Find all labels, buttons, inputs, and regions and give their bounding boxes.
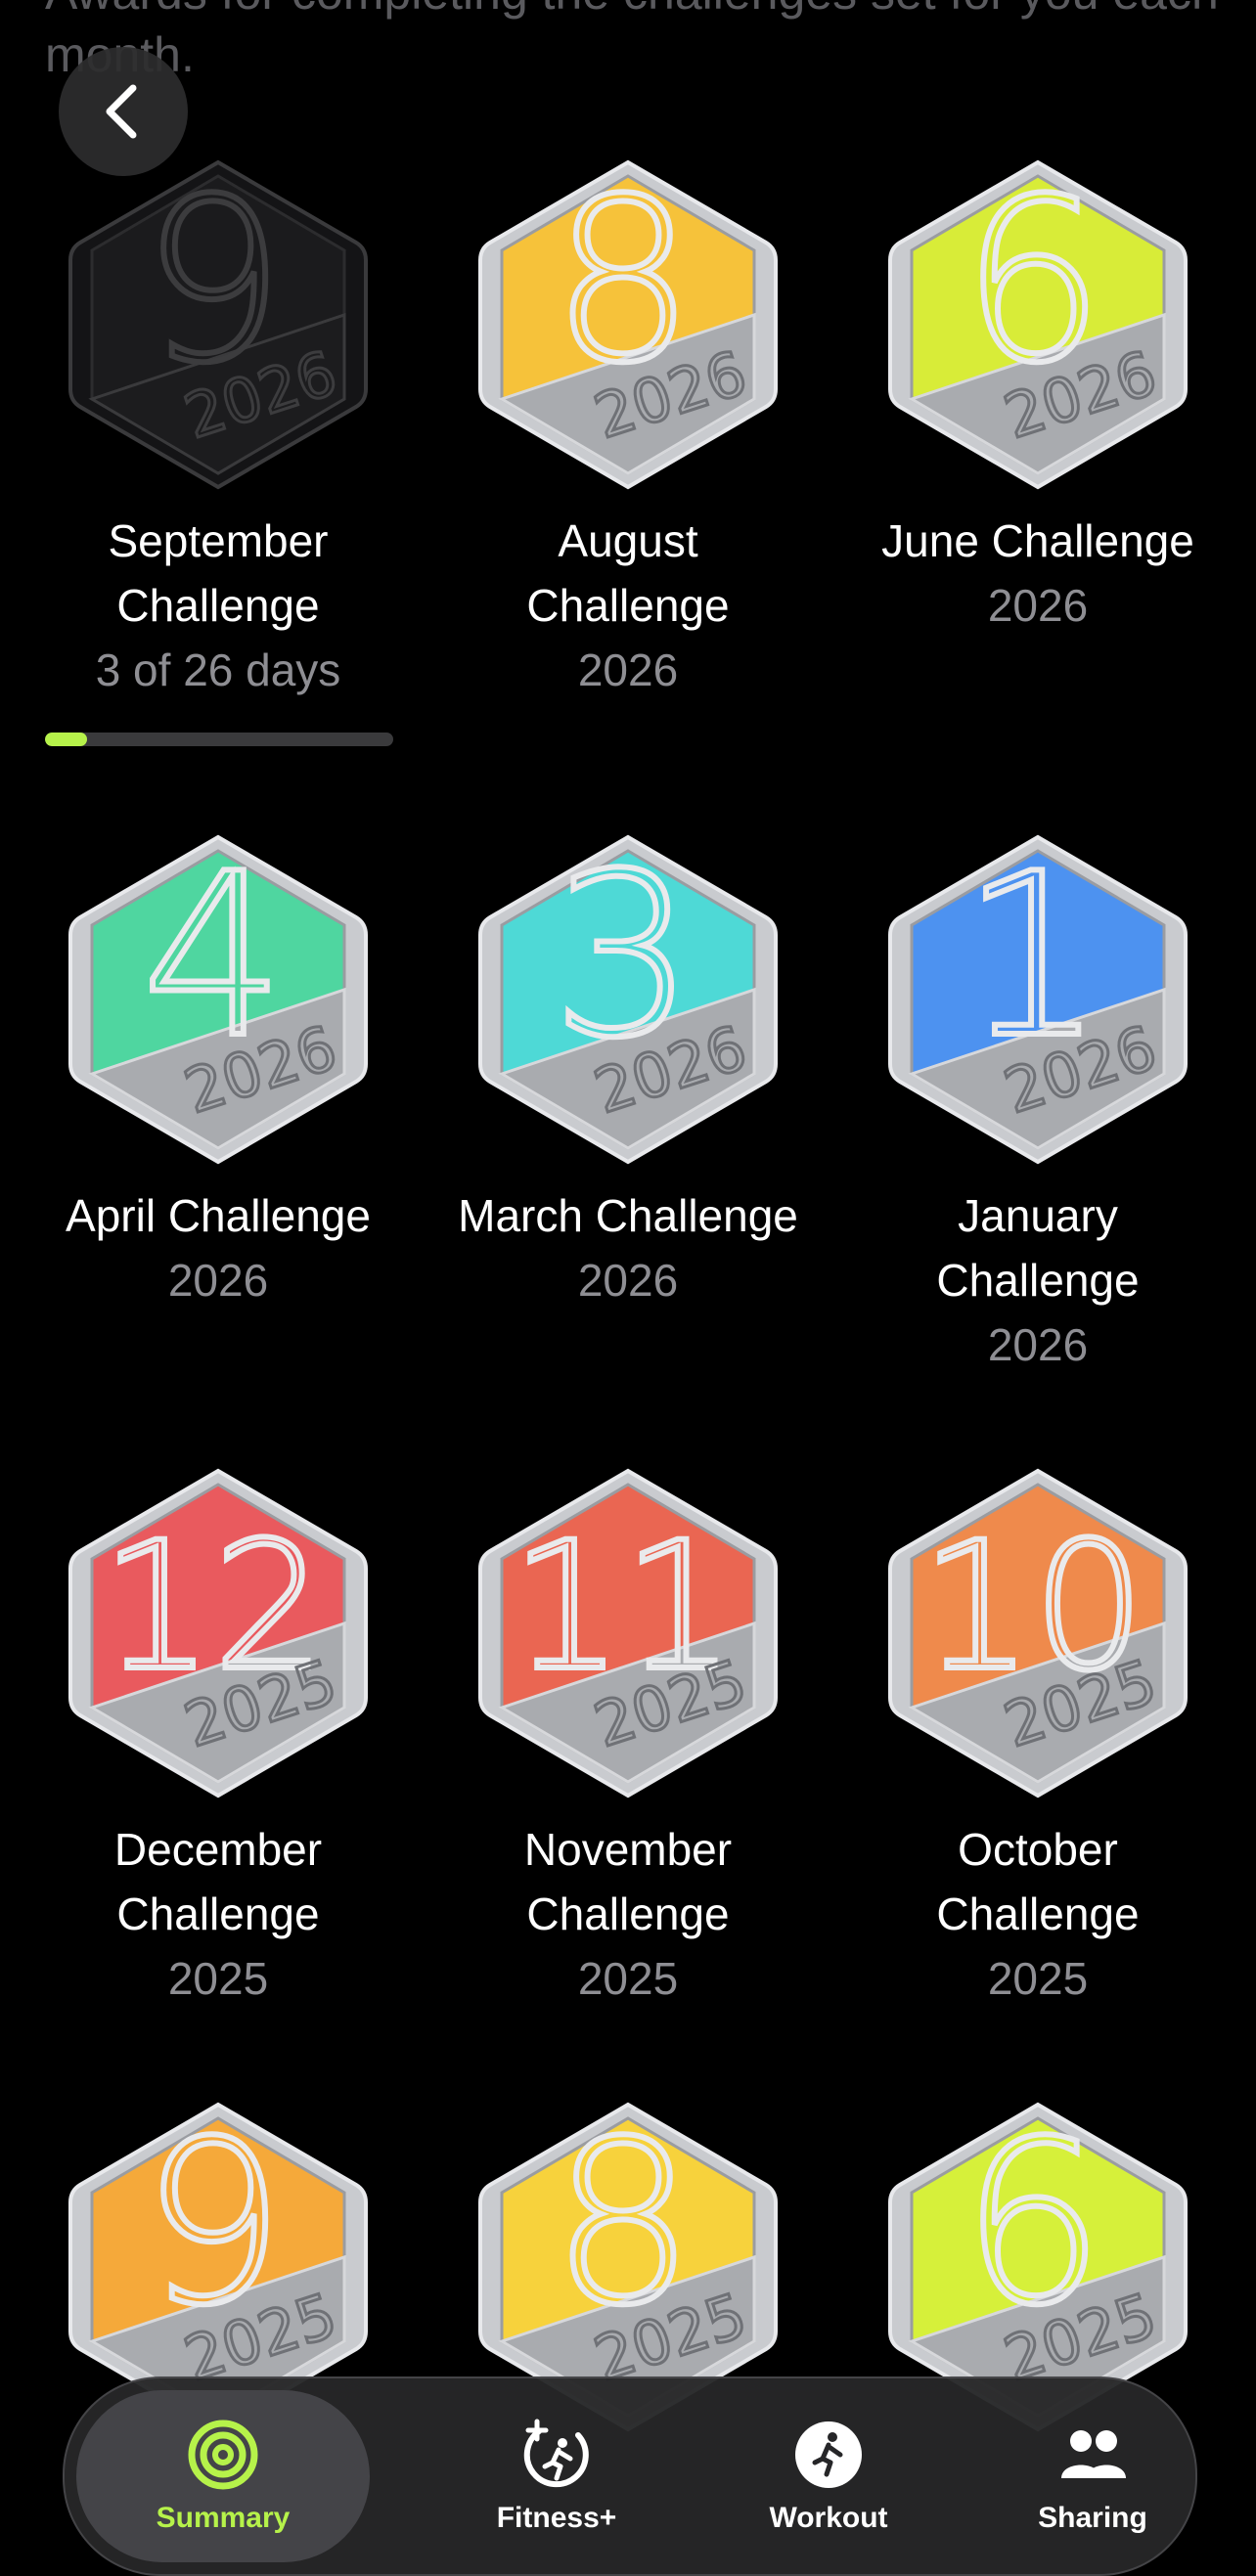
award-subtitle: 2026 <box>987 1319 1089 1370</box>
award-card[interactable]: 9 2026 September Challenge 3 of 26 days <box>14 158 423 702</box>
award-title: January Challenge <box>936 1190 1140 1306</box>
award-card[interactable]: 4 2026 April Challenge 2026 <box>14 833 423 1312</box>
award-title: September Challenge <box>108 515 329 631</box>
award-medal-icon: 122025 <box>68 1468 368 1799</box>
award-subtitle: 2026 <box>987 580 1089 631</box>
awards-grid: 9 2026 September Challenge 3 of 26 days 8 202… <box>0 0 1256 2542</box>
award-title: August Challenge <box>526 515 730 631</box>
tab-fitness-label: Fitness+ <box>496 2502 617 2534</box>
sharing-people-icon <box>1061 2430 1126 2478</box>
award-title: October Challenge <box>936 1824 1140 1939</box>
award-subtitle: 2025 <box>987 1953 1089 2004</box>
award-medal-icon: 82026 <box>478 158 778 490</box>
award-card[interactable]: 11 2025 November Challenge 2025 <box>424 1467 832 2011</box>
award-medal-icon: 32026 <box>478 833 778 1165</box>
award-card[interactable]: 3 2026 March Challenge 2026 <box>424 833 832 1312</box>
challenge-progress-fill <box>45 733 87 746</box>
award-card[interactable]: 8 2026 August Challenge 2026 <box>424 158 832 702</box>
award-card[interactable]: 1 2026 January Challenge 2026 <box>833 833 1242 1377</box>
award-subtitle: 2025 <box>577 1953 679 2004</box>
award-title: December Challenge <box>113 1824 323 1939</box>
challenge-progress-bar <box>45 733 393 746</box>
award-subtitle: 2026 <box>577 644 679 695</box>
award-subtitle: 2026 <box>577 1255 679 1306</box>
award-title: November Challenge <box>523 1824 733 1939</box>
award-medal-icon: 12026 <box>888 833 1188 1165</box>
award-medal-icon: 102025 <box>888 1468 1188 1799</box>
award-title: June Challenge <box>881 515 1194 566</box>
award-title: March Challenge <box>458 1190 798 1241</box>
award-subtitle: 3 of 26 days <box>95 644 341 695</box>
tab-workout-label: Workout <box>769 2502 888 2534</box>
award-medal-icon: 92026 <box>68 158 368 490</box>
tab-bar: Summary Fitness+ Workout Sharing <box>63 2376 1197 2576</box>
back-button[interactable] <box>59 47 188 176</box>
award-subtitle: 2025 <box>167 1953 269 2004</box>
tab-summary[interactable]: Summary <box>76 2390 370 2562</box>
tab-sharing[interactable]: Sharing <box>951 2378 1234 2574</box>
award-card[interactable]: 6 2026 June Challenge 2026 <box>833 158 1242 638</box>
chevron-left-icon <box>106 84 137 139</box>
fitness-plus-icon <box>523 2419 589 2488</box>
workout-runner-icon <box>795 2421 862 2488</box>
award-medal-icon: 42026 <box>68 833 368 1165</box>
tab-workout[interactable]: Workout <box>687 2378 970 2574</box>
tab-summary-label: Summary <box>156 2502 291 2534</box>
award-title: April Challenge <box>66 1190 371 1241</box>
award-subtitle: 2026 <box>167 1255 269 1306</box>
tab-fitness-plus[interactable]: Fitness+ <box>415 2378 698 2574</box>
award-medal-icon: 112025 <box>478 1468 778 1799</box>
award-card[interactable]: 12 2025 December Challenge 2025 <box>14 1467 423 2011</box>
activity-rings-icon <box>188 2420 258 2490</box>
award-medal-icon: 62026 <box>888 158 1188 490</box>
tab-sharing-label: Sharing <box>1038 2502 1147 2534</box>
award-card[interactable]: 10 2025 October Challenge 2025 <box>833 1467 1242 2011</box>
